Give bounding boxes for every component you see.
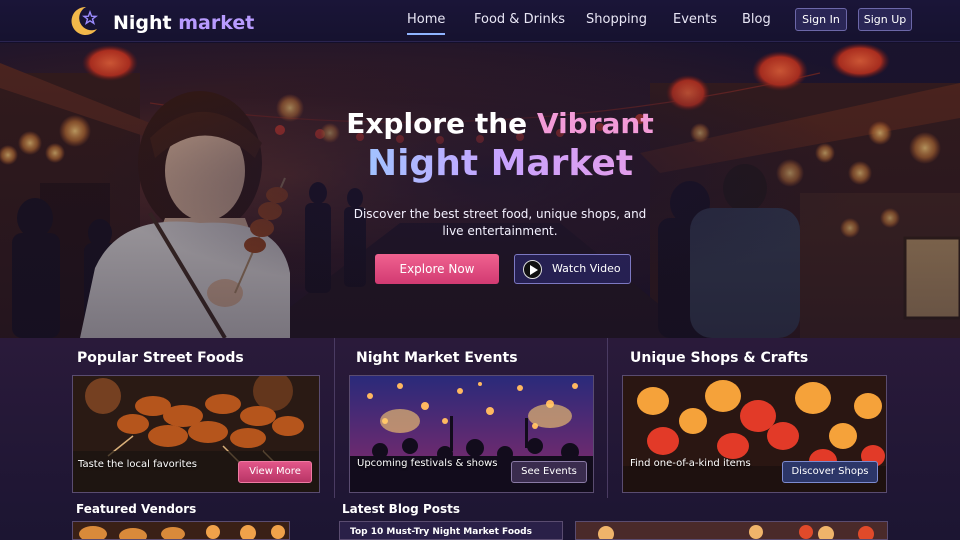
nav-item-home[interactable]: Home — [407, 0, 446, 42]
sign-in-button[interactable]: Sign In — [795, 8, 847, 31]
section-divider — [334, 338, 335, 498]
hero-subtitle: Discover the best street food, unique sh… — [353, 207, 647, 238]
moon-star-icon — [71, 6, 98, 35]
card-caption: Upcoming festivals & shows — [357, 458, 498, 469]
brand-name: Night market — [113, 12, 254, 34]
watch-video-label: Watch Video — [552, 262, 621, 275]
card-title: Popular Street Foods — [77, 350, 244, 366]
brand-name-part1: Night — [113, 12, 172, 34]
hero-title: Explore the Vibrant Night Market — [300, 106, 700, 186]
card-title: Unique Shops & Crafts — [630, 350, 809, 366]
nav-item-shopping[interactable]: Shopping — [586, 0, 647, 42]
feature-sections: Popular Street Foods Taste the local fav… — [0, 338, 960, 540]
card-shops: Unique Shops & Crafts Find one-of-a-kind… — [617, 338, 892, 496]
hero-title-line2: Night Market — [300, 142, 700, 186]
hero-banner: Explore the Vibrant Night Market Discove… — [0, 43, 960, 338]
sign-up-button[interactable]: Sign Up — [858, 8, 912, 31]
card-title: Night Market Events — [356, 350, 518, 366]
hero-title-part1: Explore the — [346, 107, 528, 140]
featured-vendors-image[interactable] — [72, 521, 290, 540]
nav-item-events[interactable]: Events — [673, 0, 717, 42]
card-caption: Find one-of-a-kind items — [630, 458, 751, 469]
section-divider — [607, 338, 608, 498]
explore-now-button[interactable]: Explore Now — [375, 254, 499, 284]
view-more-button[interactable]: View More — [238, 461, 312, 483]
hero-title-part2: Vibrant — [536, 107, 654, 140]
blog-post-title[interactable]: Top 10 Must-Try Night Market Foods — [350, 527, 532, 537]
watch-video-button[interactable]: Watch Video — [514, 254, 631, 284]
brand-name-part2: market — [178, 12, 255, 34]
blog-post-card[interactable]: Top 10 Must-Try Night Market Foods — [339, 521, 563, 540]
discover-shops-button[interactable]: Discover Shops — [782, 461, 878, 483]
site-header: Night market Home Food & Drinks Shopping… — [0, 0, 960, 42]
hero-background-image — [0, 43, 960, 338]
card-caption: Taste the local favorites — [78, 459, 197, 470]
play-icon — [523, 260, 542, 279]
nav-item-food-drinks[interactable]: Food & Drinks — [474, 0, 565, 42]
blog-post-image[interactable] — [575, 521, 888, 540]
card-events: Night Market Events Upcoming festivals &… — [343, 338, 605, 496]
nav-item-blog[interactable]: Blog — [742, 0, 771, 42]
see-events-button[interactable]: See Events — [511, 461, 587, 483]
latest-blog-posts-title: Latest Blog Posts — [342, 502, 461, 516]
featured-vendors-title: Featured Vendors — [76, 502, 197, 516]
card-street-foods: Popular Street Foods Taste the local fav… — [66, 338, 328, 496]
